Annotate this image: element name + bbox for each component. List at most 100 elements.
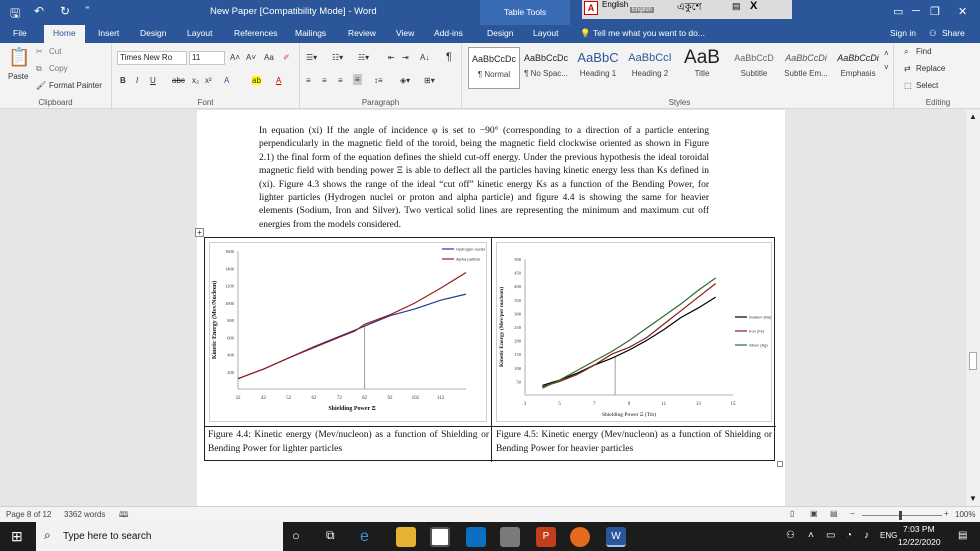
tab-add-ins[interactable]: Add-ins <box>434 28 463 38</box>
tab-mailings[interactable]: Mailings <box>295 28 326 38</box>
close-icon[interactable]: ✕ <box>958 5 967 18</box>
subscript-icon[interactable]: x₂ <box>192 76 199 85</box>
tab-review[interactable]: Review <box>348 28 376 38</box>
text-effects-icon[interactable]: A <box>224 76 229 85</box>
styles-scroll-down-icon[interactable]: ˅ <box>884 63 889 72</box>
table-resize-handle[interactable] <box>777 461 783 467</box>
grow-font-icon[interactable]: A˄ <box>230 53 240 62</box>
replace-button[interactable]: Replace <box>916 64 945 73</box>
bullets-icon[interactable]: ☰▾ <box>306 53 317 62</box>
save-icon[interactable]: 🖫 <box>10 4 20 25</box>
input-language[interactable]: ENG <box>880 531 897 540</box>
cut-button[interactable]: Cut <box>49 47 61 56</box>
multilevel-list-icon[interactable]: ☵▾ <box>358 53 369 62</box>
styles-scroll-up-icon[interactable]: ˄ <box>884 49 889 58</box>
tab-file[interactable]: File <box>13 28 27 38</box>
battery-icon[interactable]: ▭ <box>826 530 835 541</box>
underline-icon[interactable]: U <box>150 76 156 85</box>
cortana-icon[interactable]: ○ <box>292 528 300 543</box>
line-spacing-icon[interactable]: ↕≡ <box>374 76 383 85</box>
style-heading-2[interactable]: AaBbCcI Heading 2 <box>624 47 676 89</box>
tab-design[interactable]: Design <box>140 28 166 38</box>
word-count[interactable]: 3362 words <box>64 510 105 519</box>
vertical-scrollbar[interactable]: ▲ ▼ <box>966 110 980 506</box>
format-painter-button[interactable]: Format Painter <box>49 81 102 90</box>
zoom-slider[interactable] <box>862 515 942 516</box>
superscript-icon[interactable]: x² <box>205 76 212 85</box>
show-marks-icon[interactable]: ¶ <box>446 51 452 63</box>
notifications-icon[interactable]: ▤ <box>958 530 967 541</box>
paste-button[interactable]: Paste <box>8 72 28 81</box>
undo-icon[interactable]: ↶ <box>34 4 44 18</box>
ime-close-icon[interactable]: X <box>750 0 757 12</box>
font-name-select[interactable]: Times New Ro <box>117 51 187 65</box>
copy-button[interactable]: Copy <box>49 64 68 73</box>
tab-view[interactable]: View <box>396 28 414 38</box>
page-count[interactable]: Page 8 of 12 <box>6 510 51 519</box>
align-left-icon[interactable]: ≡ <box>306 76 311 85</box>
scroll-down-icon[interactable]: ▼ <box>969 494 977 503</box>
read-mode-icon[interactable]: ▯ <box>790 509 794 518</box>
style-emphasis[interactable]: AaBbCcDi Emphasis <box>832 47 884 89</box>
ime-toolbar[interactable]: A English English একুশে ▤ X <box>582 0 792 19</box>
customize-qat-icon[interactable]: ⁼ <box>85 4 90 15</box>
justify-icon[interactable]: ≡ <box>353 74 362 85</box>
print-layout-icon[interactable]: ▣ <box>810 509 818 518</box>
proofing-icon[interactable]: 🕮 <box>119 509 128 523</box>
bold-icon[interactable]: B <box>120 76 126 85</box>
scrollbar-thumb[interactable] <box>969 352 977 370</box>
web-layout-icon[interactable]: ▤ <box>830 509 838 518</box>
show-hidden-icons-icon[interactable]: ˄ <box>808 530 814 541</box>
windows-start-icon[interactable]: ⊞ <box>11 528 23 545</box>
app-icon[interactable] <box>500 527 520 547</box>
style-normal[interactable]: AaBbCcDc ¶ Normal <box>468 47 520 89</box>
highlight-icon[interactable]: ab <box>252 76 261 85</box>
zoom-in-icon[interactable]: + <box>944 509 949 518</box>
font-size-select[interactable]: 11 <box>189 51 225 65</box>
network-icon[interactable]: ◔ <box>846 530 852 541</box>
file-explorer-icon[interactable] <box>396 527 416 547</box>
numbering-icon[interactable]: ☷▾ <box>332 53 343 62</box>
zoom-level[interactable]: 100% <box>955 510 975 519</box>
zoom-slider-thumb[interactable] <box>899 511 902 520</box>
people-icon[interactable]: ⚇ <box>786 530 795 541</box>
powerpoint-icon[interactable]: P <box>536 527 556 547</box>
sign-in-link[interactable]: Sign in <box>890 28 916 38</box>
task-view-icon[interactable]: ⧉ <box>326 528 335 543</box>
borders-icon[interactable]: ⊞▾ <box>424 76 435 85</box>
ime-language[interactable]: English <box>602 0 628 9</box>
chart-light-particles[interactable]: 32 42 52 62 72 82 92 102 112 200 400 600 800 1000 1200… <box>209 242 487 422</box>
style-subtitle[interactable]: AaBbCcD Subtitle <box>728 47 780 89</box>
zoom-out-icon[interactable]: − <box>850 509 855 518</box>
strikethrough-icon[interactable]: abc <box>172 76 185 85</box>
ime-script[interactable]: একুশে <box>677 0 702 17</box>
tab-references[interactable]: References <box>234 28 277 38</box>
tab-layout[interactable]: Layout <box>187 28 213 38</box>
style-no-spacing[interactable]: AaBbCcDc ¶ No Spac... <box>520 47 572 89</box>
store-icon[interactable] <box>430 527 450 547</box>
restore-icon[interactable]: ❐ <box>930 5 940 18</box>
clock-date[interactable]: 12/22/2020 <box>898 537 941 547</box>
decrease-indent-icon[interactable]: ⇤ <box>388 53 395 62</box>
style-heading-1[interactable]: AaBbC Heading 1 <box>572 47 624 89</box>
redo-icon[interactable]: ↻ <box>60 4 70 18</box>
taskbar-search[interactable]: ⌕ Type here to search <box>36 522 283 551</box>
style-title[interactable]: AaB Title <box>676 47 728 89</box>
body-paragraph[interactable]: In equation (xi) If the angle of inciden… <box>259 125 709 232</box>
edge-icon[interactable]: e <box>360 527 380 547</box>
align-center-icon[interactable]: ≡ <box>322 76 327 85</box>
font-color-icon[interactable]: A <box>276 76 281 85</box>
find-button[interactable]: Find <box>916 47 932 56</box>
select-button[interactable]: Select <box>916 81 938 90</box>
sort-icon[interactable]: A↓ <box>420 53 429 62</box>
minimize-icon[interactable]: ─ <box>912 5 920 17</box>
ime-keyboard-icon[interactable]: ▤ <box>732 1 741 12</box>
ribbon-display-icon[interactable]: ▭ <box>893 5 903 18</box>
tab-table-layout[interactable]: Layout <box>533 28 559 38</box>
mail-icon[interactable] <box>466 527 486 547</box>
clear-formatting-icon[interactable]: ✐ <box>283 53 290 62</box>
style-subtle-emphasis[interactable]: AaBbCcDi Subtle Em... <box>780 47 832 89</box>
shading-icon[interactable]: ◈▾ <box>400 76 410 85</box>
table-move-handle-icon[interactable]: + <box>195 228 204 237</box>
firefox-icon[interactable] <box>570 527 590 547</box>
